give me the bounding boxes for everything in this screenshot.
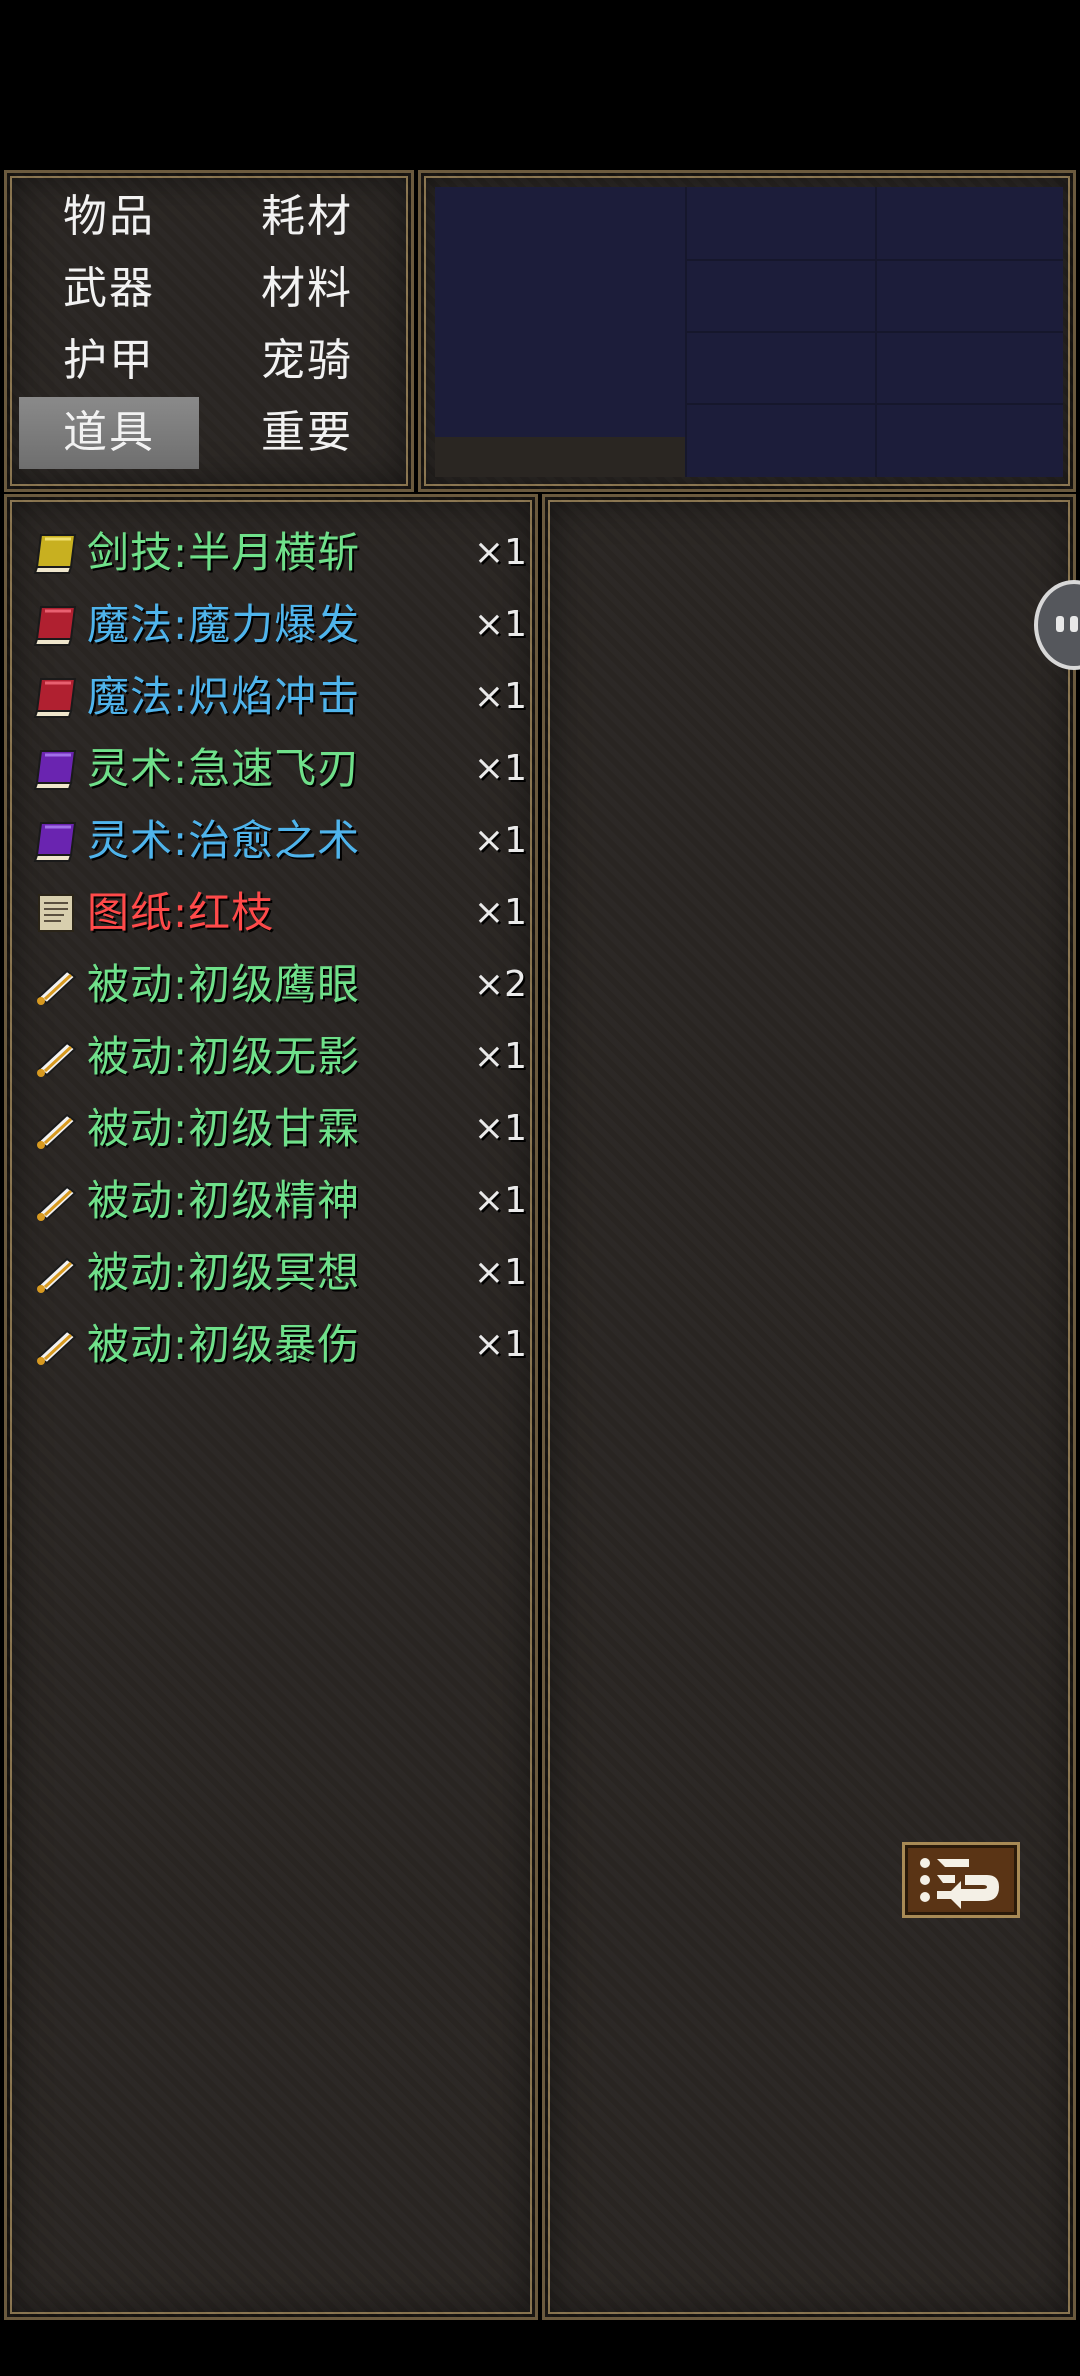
item-name: 剑技:半月横斩: [87, 528, 361, 577]
item-count: ×1: [473, 1324, 527, 1365]
category-tab[interactable]: 护甲: [19, 325, 199, 397]
inventory-item[interactable]: 被动:初级暴伤 ×1: [27, 1309, 527, 1381]
category-tab[interactable]: 耗材: [217, 181, 397, 253]
item-name: 被动:初级鹰眼: [87, 960, 361, 1009]
category-tab[interactable]: 武器: [19, 253, 199, 325]
inventory-item[interactable]: 图纸:红枝 ×1: [27, 877, 527, 949]
scroll-icon: [31, 1107, 81, 1151]
return-list-button[interactable]: [902, 1842, 1020, 1918]
category-tab[interactable]: 重要: [217, 397, 397, 469]
item-count: ×1: [473, 1036, 527, 1077]
item-name: 魔法:炽焰冲击: [87, 672, 361, 721]
item-name: 被动:初级冥想: [87, 1248, 361, 1297]
inventory-item[interactable]: 被动:初级鹰眼 ×2: [27, 949, 527, 1021]
preview-panel: [418, 170, 1076, 492]
preview-shadow: [435, 437, 685, 477]
purple-book-icon: [31, 747, 81, 791]
item-count: ×1: [473, 1252, 527, 1293]
yellow-book-icon: [31, 531, 81, 575]
inventory-item[interactable]: 被动:初级冥想 ×1: [27, 1237, 527, 1309]
inventory-item[interactable]: 被动:初级精神 ×1: [27, 1165, 527, 1237]
inventory-item[interactable]: 剑技:半月横斩 ×1: [27, 517, 527, 589]
scroll-icon: [31, 1179, 81, 1223]
category-tab[interactable]: 物品: [19, 181, 199, 253]
inventory-item[interactable]: 灵术:治愈之术 ×1: [27, 805, 527, 877]
floating-assistant-icon: [1056, 616, 1078, 632]
floating-assistant-button[interactable]: [1034, 580, 1080, 670]
inventory-item[interactable]: 魔法:魔力爆发 ×1: [27, 589, 527, 661]
category-tab[interactable]: 材料: [217, 253, 397, 325]
red-book-icon: [31, 675, 81, 719]
scroll-icon: [31, 1035, 81, 1079]
item-count: ×1: [473, 892, 527, 933]
item-count: ×1: [473, 748, 527, 789]
item-name: 被动:初级精神: [87, 1176, 361, 1225]
category-tab[interactable]: 道具: [19, 397, 199, 469]
item-name: 图纸:红枝: [87, 888, 275, 937]
item-preview-area: [435, 187, 1063, 477]
scroll-icon: [31, 1251, 81, 1295]
item-name: 灵术:急速飞刃: [87, 744, 361, 793]
scroll-icon: [31, 963, 81, 1007]
inventory-item[interactable]: 被动:初级无影 ×1: [27, 1021, 527, 1093]
item-count: ×1: [473, 820, 527, 861]
item-count: ×1: [473, 1180, 527, 1221]
item-list-panel[interactable]: 剑技:半月横斩 ×1 魔法:魔力爆发 ×1 魔法:炽焰冲击 ×1 灵术:急速飞刃 ×1 …: [4, 494, 538, 2320]
item-count: ×2: [473, 964, 527, 1005]
item-count: ×1: [473, 532, 527, 573]
scroll-icon: [31, 1323, 81, 1367]
red-book-icon: [31, 603, 81, 647]
inventory-item[interactable]: 灵术:急速飞刃 ×1: [27, 733, 527, 805]
inventory-item[interactable]: 魔法:炽焰冲击 ×1: [27, 661, 527, 733]
category-panel: 物品 耗材 武器 材料 护甲 宠骑 道具 重要: [4, 170, 414, 492]
item-name: 被动:初级甘霖: [87, 1104, 361, 1153]
return-list-icon: [920, 1858, 999, 1909]
category-tab[interactable]: 宠骑: [217, 325, 397, 397]
item-count: ×1: [473, 676, 527, 717]
item-name: 被动:初级暴伤: [87, 1320, 361, 1369]
purple-book-icon: [31, 819, 81, 863]
item-count: ×1: [473, 604, 527, 645]
item-name: 魔法:魔力爆发: [87, 600, 361, 649]
parchment-icon: [31, 891, 81, 935]
inventory-item[interactable]: 被动:初级甘霖 ×1: [27, 1093, 527, 1165]
item-name: 被动:初级无影: [87, 1032, 361, 1081]
item-detail-panel: [542, 494, 1076, 2320]
item-count: ×1: [473, 1108, 527, 1149]
item-name: 灵术:治愈之术: [87, 816, 361, 865]
